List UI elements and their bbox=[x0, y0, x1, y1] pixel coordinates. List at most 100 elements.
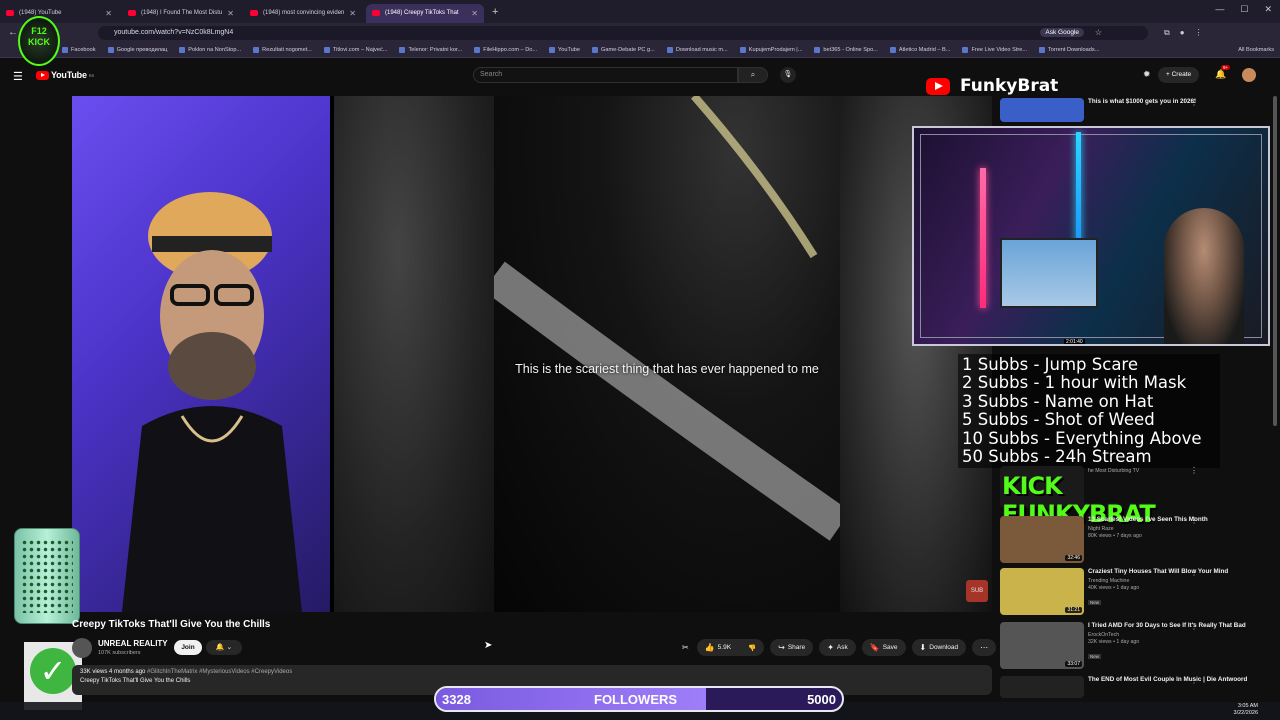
extension-icon[interactable]: ⧉ bbox=[1164, 28, 1170, 38]
notification-badge: 9+ bbox=[1221, 65, 1231, 70]
more-icon[interactable]: ⋮ bbox=[1190, 516, 1198, 525]
recommendation-meta: 80K views • 7 days ago bbox=[1088, 533, 1142, 539]
video-duration: 2:01:40 bbox=[1064, 339, 1085, 345]
recommendation-meta: 32K views • 1 day ago bbox=[1088, 639, 1140, 645]
close-icon[interactable]: ✕ bbox=[349, 9, 356, 18]
browser-tab[interactable]: (1948) I Found The Most Distu ✕ bbox=[122, 4, 240, 23]
recommendation-channel[interactable]: Trending Machine bbox=[1088, 578, 1248, 584]
streamer-figure bbox=[122, 192, 302, 612]
tiktok-clip bbox=[483, 96, 851, 612]
recommendation-thumbnail[interactable]: 33:07 bbox=[1000, 622, 1084, 669]
more-icon[interactable]: ⋮ bbox=[1190, 676, 1198, 685]
followers-label: FOLLOWERS bbox=[594, 692, 678, 707]
url-input[interactable]: youtube.com/watch?v=NzC0k8LmgN4 Ask Goog… bbox=[98, 25, 1148, 40]
bookmark-item[interactable]: YouTube bbox=[549, 47, 580, 53]
new-badge: New bbox=[1088, 654, 1102, 659]
kick-funkybrat-logo: KICK FUNKYBRAT bbox=[1002, 472, 1156, 528]
profile-icon[interactable]: ● bbox=[1180, 28, 1185, 38]
description-stats: 33K views 4 months ago #GlitchInTheMatri… bbox=[80, 669, 984, 675]
recommendation-thumbnail[interactable] bbox=[1000, 676, 1084, 698]
close-icon[interactable]: ✕ bbox=[227, 9, 234, 18]
recommendation-title[interactable]: 13 Scariest Videos I've Seen This Month bbox=[1088, 516, 1248, 524]
bookmark-item[interactable]: Rezultati nogomet... bbox=[253, 47, 312, 53]
channel-name[interactable]: UNREAL REALITY bbox=[98, 639, 168, 648]
browser-tab[interactable]: (1948) YouTube ✕ bbox=[0, 4, 118, 23]
bookmark-item[interactable]: Atletico Madrid – B... bbox=[890, 47, 951, 53]
browser-tab-active[interactable]: (1948) Creepy TikToks That ✕ bbox=[366, 3, 484, 23]
bookmark-item[interactable]: Free Live Video Stre... bbox=[962, 47, 1027, 53]
bookmark-item[interactable]: Download music m... bbox=[667, 47, 728, 53]
more-icon[interactable]: ⋮ bbox=[1190, 466, 1198, 475]
bookmark-item[interactable]: Facebook bbox=[62, 47, 96, 53]
view-stats: 33K views 4 months ago bbox=[80, 669, 146, 675]
browser-tab[interactable]: (1948) most convincing eviden ✕ bbox=[244, 4, 362, 23]
clip-icon[interactable]: ✂ bbox=[680, 639, 691, 656]
channel-avatar[interactable] bbox=[72, 638, 92, 658]
hashtags[interactable]: #GlitchInTheMatrix #MysteriousVideos #Cr… bbox=[147, 669, 292, 675]
search-input[interactable]: Search bbox=[473, 67, 738, 83]
hamburger-menu-icon[interactable]: ☰ bbox=[13, 70, 23, 83]
video-player[interactable]: This is the scariest thing that has ever… bbox=[72, 96, 992, 612]
subscribe-bell-button[interactable]: 🔔 ⌄ bbox=[206, 640, 242, 655]
bookmark-item[interactable]: KupujemProdajem |... bbox=[740, 47, 803, 53]
close-icon[interactable]: ✕ bbox=[471, 9, 478, 18]
notifications-bell-icon[interactable]: 🔔 bbox=[1215, 69, 1226, 80]
search-icon[interactable]: ⌕ bbox=[738, 67, 768, 83]
download-button[interactable]: ⬇ Download bbox=[911, 639, 967, 656]
user-avatar[interactable] bbox=[1242, 68, 1256, 82]
youtube-logo[interactable]: YouTube RS bbox=[36, 70, 94, 80]
more-icon[interactable]: ⋮ bbox=[1190, 622, 1198, 631]
youtube-play-icon bbox=[36, 70, 49, 80]
bookmark-star-icon[interactable]: ☆ bbox=[1095, 28, 1102, 37]
kick-icon[interactable]: ✹ bbox=[1143, 69, 1151, 80]
more-icon: ⋯ bbox=[980, 643, 989, 652]
save-button[interactable]: 🔖 Save bbox=[861, 639, 906, 656]
cup-overlay-image bbox=[14, 528, 80, 624]
share-button[interactable]: ↪ Share bbox=[770, 639, 814, 656]
bookmark-item[interactable]: Poklon na NonStop... bbox=[179, 47, 241, 53]
duration-badge: 31:21 bbox=[1065, 607, 1082, 613]
more-icon[interactable]: ⋮ bbox=[1190, 568, 1198, 577]
close-window-icon[interactable]: ✕ bbox=[1264, 4, 1272, 15]
bookmark-item[interactable]: FileHippo.com – Do... bbox=[474, 47, 537, 53]
recommendation-title[interactable]: This is what $1000 gets you in 2026! bbox=[1088, 98, 1248, 106]
create-button[interactable]: + Create bbox=[1158, 67, 1200, 83]
recommendation-channel[interactable]: ErockOnTech bbox=[1088, 632, 1248, 638]
recommendation-item[interactable]: The END of Most Evil Couple In Music | D… bbox=[1000, 676, 1270, 698]
system-clock[interactable]: 3:05 AM 3/22/2026 bbox=[1234, 703, 1258, 717]
recommendation-thumbnail[interactable]: 32:46 bbox=[1000, 516, 1084, 563]
more-actions-button[interactable]: ⋯ bbox=[972, 639, 997, 656]
bookmark-item[interactable]: bet365 - Online Spo... bbox=[814, 47, 877, 53]
bookmark-item[interactable]: Titlovi.com – Najveć... bbox=[324, 47, 388, 53]
bookmark-item[interactable]: Google преводилац bbox=[108, 47, 168, 53]
bookmark-item[interactable]: Telenor: Privatni kor... bbox=[399, 47, 462, 53]
recommendation-thumbnail[interactable]: 31:21 bbox=[1000, 568, 1084, 615]
recommendation-title[interactable]: I Tried AMD For 30 Days to See If It's R… bbox=[1088, 622, 1248, 630]
recommendation-title[interactable]: Craziest Tiny Houses That Will Blow Your… bbox=[1088, 568, 1248, 576]
all-bookmarks-button[interactable]: All Bookmarks bbox=[1238, 47, 1274, 53]
browser-menu-icon[interactable]: ⋮ bbox=[1195, 28, 1203, 38]
thumbs-down-icon[interactable]: 👎 bbox=[748, 644, 756, 652]
join-button[interactable]: Join bbox=[174, 640, 202, 655]
recommendation-title[interactable]: The END of Most Evil Couple In Music | D… bbox=[1088, 676, 1248, 684]
bookmark-item[interactable]: Torrent Downloads... bbox=[1039, 47, 1099, 53]
new-tab-icon[interactable]: + bbox=[492, 6, 498, 18]
minimize-icon[interactable]: — bbox=[1215, 4, 1224, 15]
recommendation-item[interactable]: 32:46 13 Scariest Videos I've Seen This … bbox=[1000, 516, 1270, 563]
ask-button[interactable]: ✦ Ask bbox=[819, 639, 856, 656]
recommendation-thumbnail[interactable] bbox=[1000, 98, 1084, 122]
url-text: youtube.com/watch?v=NzC0k8LmgN4 bbox=[114, 29, 234, 36]
bookmark-item[interactable]: Game-Debate PC g... bbox=[592, 47, 655, 53]
ask-google-button[interactable]: Ask Google bbox=[1040, 28, 1084, 37]
maximize-icon[interactable]: ☐ bbox=[1240, 4, 1248, 15]
close-icon[interactable]: ✕ bbox=[105, 9, 112, 18]
page-scrollbar[interactable] bbox=[1273, 96, 1277, 426]
microphone-icon[interactable]: 🎙 bbox=[780, 67, 796, 83]
like-button[interactable]: 👍 5.9K 👎 bbox=[696, 639, 765, 656]
recommendation-item[interactable]: 31:21 Craziest Tiny Houses That Will Blo… bbox=[1000, 568, 1270, 615]
download-icon: ⬇ bbox=[919, 643, 927, 652]
more-icon[interactable]: ⋮ bbox=[1190, 98, 1198, 107]
recommendation-item[interactable]: This is what $1000 gets you in 2026! ⋮ bbox=[1000, 98, 1270, 122]
recommendation-item[interactable]: 33:07 I Tried AMD For 30 Days to See If … bbox=[1000, 622, 1270, 669]
recommendation-channel[interactable]: Night Raze bbox=[1088, 526, 1248, 532]
